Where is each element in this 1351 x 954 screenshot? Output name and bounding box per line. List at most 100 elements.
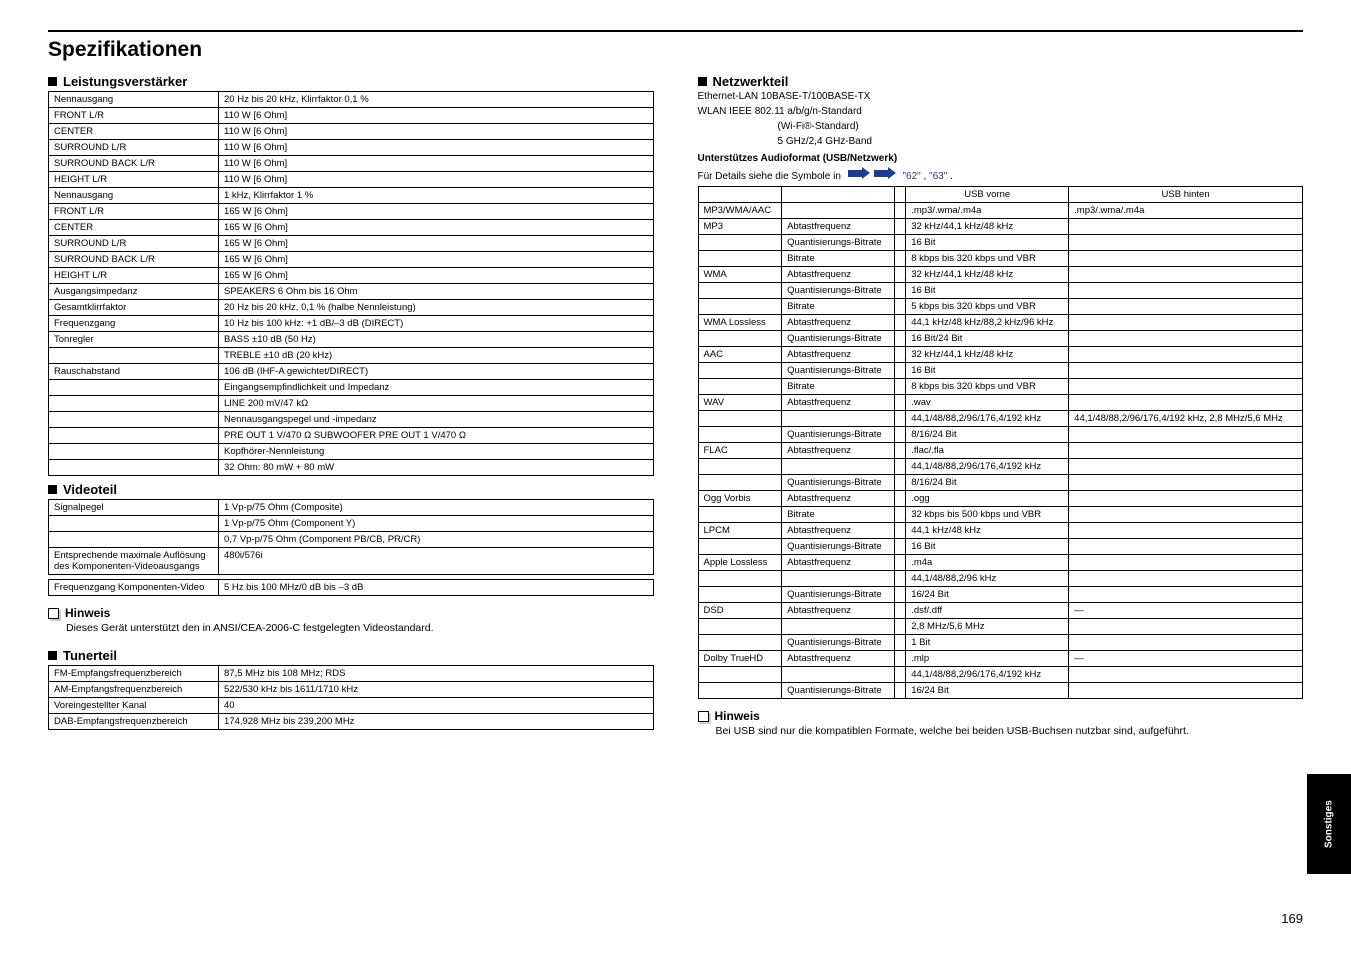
- param-value: [894, 315, 906, 331]
- param-value: [1069, 539, 1303, 555]
- square-bullet-icon: [48, 485, 57, 494]
- table-row: SURROUND BACK L/R110 W [6 Ohm]: [49, 156, 654, 172]
- param-value: 44,1/48/88,2/96/176,4/192 kHz, 2,8 MHz/5…: [1069, 411, 1303, 427]
- param-value: 8 kbps bis 320 kbps und VBR: [906, 379, 1069, 395]
- param-value: [1069, 427, 1303, 443]
- table-row: MP3Abtastfrequenz32 kHz/44,1 kHz/48 kHz: [698, 219, 1303, 235]
- spec-value: BASS ±10 dB (50 Hz): [219, 332, 654, 348]
- param-value: 16 Bit: [906, 235, 1069, 251]
- param-value: 1 Bit: [906, 635, 1069, 651]
- spec-label: [49, 444, 219, 460]
- param-name: Quantisierungs-Bitrate: [782, 427, 894, 443]
- table-row: Eingangsempfindlichkeit und Impedanz: [49, 380, 654, 396]
- param-value: [894, 427, 906, 443]
- param-value: [1069, 299, 1303, 315]
- param-value: [1069, 331, 1303, 347]
- spec-value: 165 W [6 Ohm]: [219, 268, 654, 284]
- param-value: 16/24 Bit: [906, 587, 1069, 603]
- table-row: Quantisierungs-Bitrate 16 Bit: [698, 539, 1303, 555]
- param-value: [1069, 347, 1303, 363]
- note2-heading: Hinweis: [698, 709, 1304, 723]
- arrow-icons: [848, 168, 896, 179]
- arrow-link-1[interactable]: "62": [902, 171, 920, 182]
- spec-value: Kopfhörer-Nennleistung: [219, 444, 654, 460]
- spec-value: 110 W [6 Ohm]: [219, 140, 654, 156]
- format-name: Apple Lossless: [698, 555, 782, 571]
- table-row: HEIGHT L/R165 W [6 Ohm]: [49, 268, 654, 284]
- format-name: [698, 379, 782, 395]
- table-row: AM-Empfangsfrequenzbereich522/530 kHz bi…: [49, 682, 654, 698]
- spec-label: Nennausgang: [49, 188, 219, 204]
- format-name: [698, 619, 782, 635]
- param-value: [1069, 235, 1303, 251]
- param-value: [894, 347, 906, 363]
- spec-label: SURROUND L/R: [49, 140, 219, 156]
- spec-value: 87,5 MHz bis 108 MHz; RDS: [219, 666, 654, 682]
- spec-label: [49, 460, 219, 476]
- param-value: 32 kbps bis 500 kbps und VBR: [906, 507, 1069, 523]
- param-name: Quantisierungs-Bitrate: [782, 475, 894, 491]
- spec-value: 110 W [6 Ohm]: [219, 172, 654, 188]
- param-value: [1069, 683, 1303, 699]
- param-value: [894, 283, 906, 299]
- page-title: Spezifikationen: [48, 38, 1303, 62]
- format-name: AAC: [698, 347, 782, 363]
- param-value: [894, 443, 906, 459]
- param-value: [894, 331, 906, 347]
- param-value: [1069, 507, 1303, 523]
- param-value: [894, 523, 906, 539]
- spec-label: Signalpegel: [49, 500, 219, 516]
- param-value: .mlp: [906, 651, 1069, 667]
- param-value: .mp3/.wma/.m4a: [906, 203, 1069, 219]
- table-row: MP3/WMA/AAC.mp3/.wma/.m4a.mp3/.wma/.m4a: [698, 203, 1303, 219]
- table-row: DSDAbtastfrequenz.dsf/.dff—: [698, 603, 1303, 619]
- network-line-1: WLAN IEEE 802.11 a/b/g/n-Standard: [698, 106, 1304, 117]
- param-value: [1069, 443, 1303, 459]
- table-row: 44,1/48/88,2/96/176,4/192 kHz44,1/48/88,…: [698, 411, 1303, 427]
- table-header: USB hinten: [1069, 187, 1303, 203]
- table-row: Bitrate8 kbps bis 320 kbps und VBR: [698, 251, 1303, 267]
- param-value: [894, 555, 906, 571]
- param-name: Abtastfrequenz: [782, 219, 894, 235]
- param-name: Abtastfrequenz: [782, 443, 894, 459]
- param-value: [1069, 619, 1303, 635]
- table-row: FRONT L/R165 W [6 Ohm]: [49, 204, 654, 220]
- param-value: 8 kbps bis 320 kbps und VBR: [906, 251, 1069, 267]
- spec-label: Frequenzgang Komponenten-Video: [49, 580, 219, 596]
- table-row: Rauschabstand106 dB (IHF-A gewichtet/DIR…: [49, 364, 654, 380]
- spec-label: HEIGHT L/R: [49, 268, 219, 284]
- param-value: [894, 459, 906, 475]
- spec-value: 110 W [6 Ohm]: [219, 124, 654, 140]
- spec-value: 20 Hz bis 20 kHz, 0,1 % (halbe Nennleist…: [219, 300, 654, 316]
- format-name: [698, 475, 782, 491]
- table-row: Quantisierungs-Bitrate8/16/24 Bit: [698, 427, 1303, 443]
- spec-value: PRE OUT 1 V/470 Ω SUBWOOFER PRE OUT 1 V/…: [219, 428, 654, 444]
- spec-value: 106 dB (IHF-A gewichtet/DIRECT): [219, 364, 654, 380]
- arrow-link-2[interactable]: "63": [929, 171, 947, 182]
- amplifier-title: Leistungsverstärker: [63, 74, 187, 89]
- param-name: Quantisierungs-Bitrate: [782, 283, 894, 299]
- table-row: Entsprechende maximale Auflösung des Kom…: [49, 548, 654, 575]
- format-name: WAV: [698, 395, 782, 411]
- note-heading: Hinweis: [48, 606, 654, 620]
- param-value: —: [1069, 603, 1303, 619]
- param-value: 44,1 kHz/48 kHz: [906, 523, 1069, 539]
- spec-value: 110 W [6 Ohm]: [219, 108, 654, 124]
- param-name: Bitrate: [782, 299, 894, 315]
- param-name: [782, 571, 894, 587]
- table-row: 0,7 Vp-p/75 Ohm (Component PB/CB, PR/CR): [49, 532, 654, 548]
- spec-value: 1 kHz, Klirrfaktor 1 %: [219, 188, 654, 204]
- tuner-title: Tunerteil: [63, 648, 117, 663]
- spec-value: 20 Hz bis 20 kHz, Klirrfaktor 0,1 %: [219, 92, 654, 108]
- param-value: 16 Bit: [906, 539, 1069, 555]
- param-value: [1069, 555, 1303, 571]
- table-row: 2,8 MHz/5,6 MHz: [698, 619, 1303, 635]
- table-row: FM-Empfangsfrequenzbereich87,5 MHz bis 1…: [49, 666, 654, 682]
- format-name: [698, 235, 782, 251]
- param-value: .ogg: [906, 491, 1069, 507]
- arrow-right-icon[interactable]: [874, 168, 896, 179]
- arrow-right-icon[interactable]: [848, 168, 870, 179]
- param-value: [1069, 267, 1303, 283]
- param-name: Abtastfrequenz: [782, 491, 894, 507]
- param-name: Quantisierungs-Bitrate: [782, 539, 894, 555]
